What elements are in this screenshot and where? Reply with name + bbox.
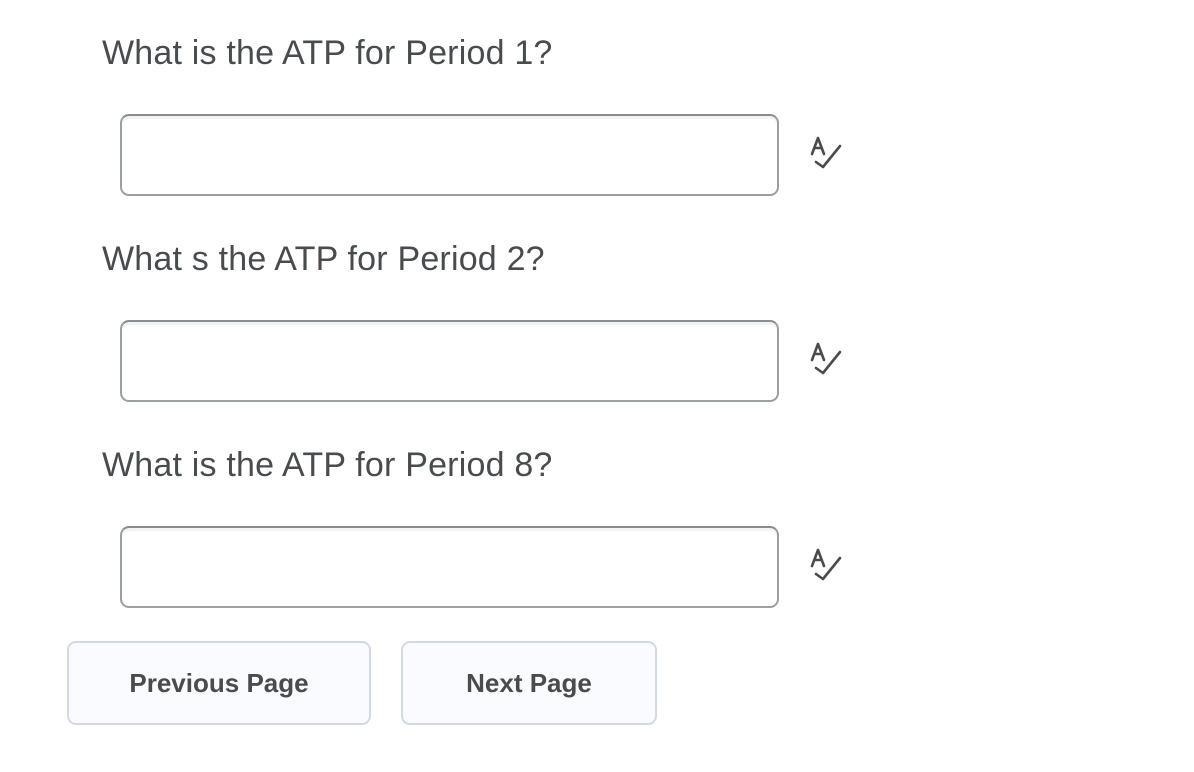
spellcheck-icon[interactable] — [806, 544, 850, 588]
question-1-label: What is the ATP for Period 1? — [102, 34, 553, 72]
next-page-button[interactable]: Next Page — [401, 641, 657, 725]
spellcheck-icon-graphic — [810, 548, 842, 581]
question-3-label: What is the ATP for Period 8? — [102, 446, 553, 484]
question-2-label: What s the ATP for Period 2? — [102, 240, 545, 278]
spellcheck-icon[interactable] — [806, 132, 850, 176]
spellcheck-icon-graphic — [810, 136, 842, 169]
spellcheck-icon[interactable] — [806, 338, 850, 382]
spellcheck-icon-graphic — [810, 342, 842, 375]
previous-page-button[interactable]: Previous Page — [67, 641, 371, 725]
period-2-answer-input[interactable] — [120, 320, 779, 402]
period-1-answer-input[interactable] — [120, 114, 779, 196]
period-8-answer-input[interactable] — [120, 526, 779, 608]
